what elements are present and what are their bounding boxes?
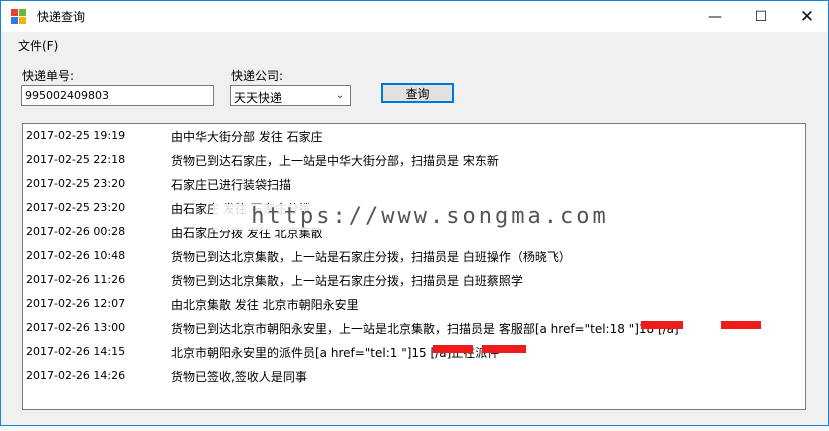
list-item[interactable]: 2017-02-26 10:48 货物已到达北京集散，上一站是石家庄分拨，扫描员是… bbox=[23, 244, 805, 268]
record-message: 货物已到达石家庄，上一站是中华大街分部，扫描员是 宋东新 bbox=[171, 154, 499, 168]
query-button[interactable]: 查询 bbox=[381, 83, 454, 103]
list-item[interactable]: 2017-02-25 23:20 石家庄已进行装袋扫描 bbox=[23, 172, 805, 196]
close-icon[interactable]: ✕ bbox=[784, 1, 829, 32]
menu-bar: 文件(F) bbox=[1, 32, 828, 56]
record-message: 货物已到达北京集散，上一站是石家庄分拨，扫描员是 白班操作（杨晓飞） bbox=[171, 250, 571, 264]
record-time: 2017-02-26 11:26 bbox=[26, 273, 126, 286]
redaction-mark bbox=[482, 345, 526, 353]
record-message: 货物已到达北京集散，上一站是石家庄分拨，扫描员是 白班蔡照学 bbox=[171, 274, 523, 288]
taskbar-strip bbox=[0, 426, 829, 431]
record-time: 2017-02-25 23:20 bbox=[26, 177, 126, 190]
redaction-mark bbox=[433, 345, 473, 353]
record-message: 由北京集散 发往 北京市朝阳永安里 bbox=[171, 298, 359, 312]
record-time: 2017-02-26 10:48 bbox=[26, 249, 126, 262]
record-time: 2017-02-25 23:20 bbox=[26, 201, 126, 214]
courier-company-select[interactable]: 天天快递 ⌄ bbox=[230, 85, 351, 106]
app-icon bbox=[11, 9, 27, 25]
list-item[interactable]: 2017-02-25 22:18 货物已到达石家庄，上一站是中华大街分部，扫描员是… bbox=[23, 148, 805, 172]
watermark: https://www.songma.com bbox=[213, 204, 647, 230]
menu-file[interactable]: 文件(F) bbox=[18, 37, 58, 54]
record-message: 货物已签收,签收人是同事 bbox=[171, 370, 307, 384]
chevron-down-icon[interactable]: ⌄ bbox=[332, 87, 348, 104]
minimize-icon[interactable]: — bbox=[692, 1, 738, 32]
redaction-mark bbox=[721, 321, 761, 329]
record-message: 石家庄已进行装袋扫描 bbox=[171, 178, 292, 192]
record-time: 2017-02-26 00:28 bbox=[26, 225, 126, 238]
redaction-mark bbox=[641, 321, 683, 329]
list-item[interactable]: 2017-02-26 14:26 货物已签收,签收人是同事 bbox=[23, 364, 805, 388]
tracking-number-input[interactable] bbox=[21, 85, 214, 106]
list-item[interactable]: 2017-02-26 13:00 货物已到达北京市朝阳永安里，上一站是北京集散，扫… bbox=[23, 316, 805, 340]
tracking-results-list[interactable]: 2017-02-25 19:19 由中华大街分部 发往 石家庄 2017-02-25… bbox=[22, 123, 806, 410]
record-message: 由中华大街分部 发往 石家庄 bbox=[171, 130, 323, 144]
record-time: 2017-02-26 13:00 bbox=[26, 321, 126, 334]
maximize-icon[interactable]: ☐ bbox=[738, 1, 784, 32]
record-message: 货物已到达北京市朝阳永安里，上一站是北京集散，扫描员是 客服部[a href="… bbox=[171, 322, 679, 336]
list-item[interactable]: 2017-02-25 19:19 由中华大街分部 发往 石家庄 bbox=[23, 124, 805, 148]
courier-company-value: 天天快递 bbox=[234, 91, 283, 105]
list-item[interactable]: 2017-02-26 11:26 货物已到达北京集散，上一站是石家庄分拨，扫描员是… bbox=[23, 268, 805, 292]
tracking-number-label: 快递单号: bbox=[22, 69, 75, 83]
record-time: 2017-02-26 14:26 bbox=[26, 369, 126, 382]
list-item[interactable]: 2017-02-26 14:15 北京市朝阳永安里的派件员[a href="tel… bbox=[23, 340, 805, 364]
title-bar[interactable]: 快递查询 — ☐ ✕ bbox=[1, 1, 828, 32]
app-window: 快递查询 — ☐ ✕ 文件(F) 快递单号: 快递公司: 天天快递 ⌄ 查询 2… bbox=[0, 0, 829, 426]
record-time: 2017-02-26 14:15 bbox=[26, 345, 126, 358]
window-title: 快递查询 bbox=[37, 10, 86, 24]
record-time: 2017-02-26 12:07 bbox=[26, 297, 126, 310]
record-time: 2017-02-25 22:18 bbox=[26, 153, 126, 166]
courier-company-label: 快递公司: bbox=[231, 69, 284, 83]
record-time: 2017-02-25 19:19 bbox=[26, 129, 126, 142]
list-item[interactable]: 2017-02-26 12:07 由北京集散 发往 北京市朝阳永安里 bbox=[23, 292, 805, 316]
